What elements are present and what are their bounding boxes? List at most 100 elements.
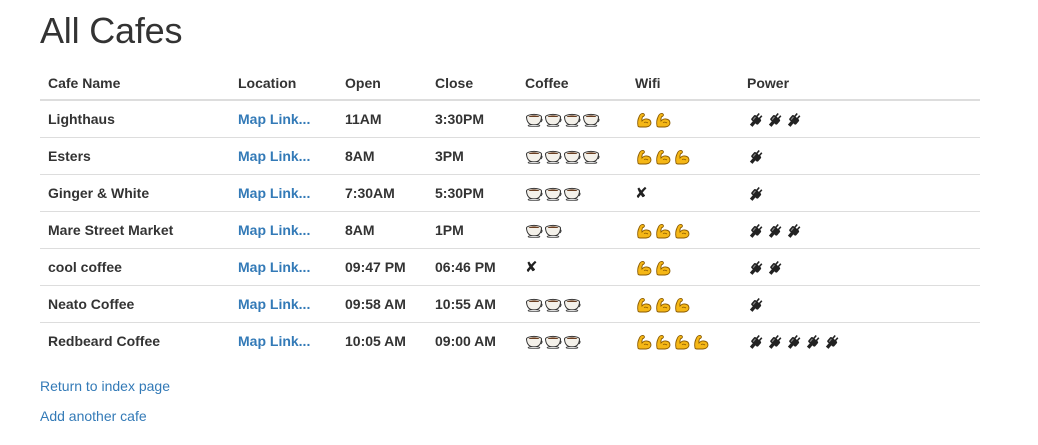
power-rating — [747, 223, 803, 239]
cell-location: Map Link... — [230, 285, 337, 323]
coffee-cup-icon — [563, 298, 581, 313]
flexed-biceps-icon — [654, 223, 672, 239]
cell-close: 3PM — [427, 137, 517, 175]
wifi-rating — [635, 223, 691, 239]
flexed-biceps-icon — [692, 334, 710, 350]
flexed-biceps-icon — [654, 260, 672, 276]
power-rating — [747, 297, 765, 313]
cell-close: 1PM — [427, 211, 517, 249]
map-link[interactable]: Map Link... — [238, 259, 310, 275]
map-link[interactable]: Map Link... — [238, 111, 310, 127]
coffee-cup-icon — [563, 335, 581, 350]
coffee-cup-icon — [544, 113, 562, 128]
electric-plug-icon — [747, 223, 765, 239]
cell-cafe-name: Mare Street Market — [40, 211, 230, 249]
power-rating — [747, 186, 765, 202]
cell-wifi — [627, 211, 739, 249]
power-rating — [747, 260, 784, 276]
wifi-rating — [635, 112, 672, 128]
cell-cafe-name: Redbeard Coffee — [40, 322, 230, 359]
map-link[interactable]: Map Link... — [238, 222, 310, 238]
cell-open: 8AM — [337, 211, 427, 249]
cell-open: 10:05 AM — [337, 322, 427, 359]
cell-coffee — [517, 137, 627, 175]
flexed-biceps-icon — [654, 334, 672, 350]
electric-plug-icon — [747, 149, 765, 165]
add-cafe-link[interactable]: Add another cafe — [40, 406, 170, 426]
wifi-rating — [635, 297, 691, 313]
flexed-biceps-icon — [654, 297, 672, 313]
cell-cafe-name: Lighthaus — [48, 111, 115, 127]
header-power: Power — [739, 65, 980, 101]
cell-location: Map Link... — [230, 211, 337, 249]
table-header-row: Cafe Name Location Open Close Coffee Wif… — [40, 65, 980, 101]
wifi-rating — [635, 149, 691, 165]
flexed-biceps-icon — [673, 334, 691, 350]
cell-close: 06:46 PM — [427, 248, 517, 286]
cell-coffee — [517, 100, 627, 138]
cell-coffee — [517, 285, 627, 323]
coffee-cup-icon — [525, 113, 543, 128]
coffee-rating — [525, 150, 600, 165]
return-to-index-link[interactable]: Return to index page — [40, 376, 170, 396]
cafes-table: Cafe Name Location Open Close Coffee Wif… — [40, 65, 980, 359]
cell-coffee — [517, 211, 627, 249]
flexed-biceps-icon — [635, 223, 653, 239]
page-title: All Cafes — [40, 10, 183, 51]
table-row: Lighthaus Map Link... 11AM 3:30PM — [40, 100, 980, 138]
electric-plug-icon — [766, 112, 784, 128]
header-coffee: Coffee — [517, 65, 627, 101]
flexed-biceps-icon — [673, 223, 691, 239]
electric-plug-icon — [747, 186, 765, 202]
none-mark-icon: ✘ — [525, 259, 538, 276]
cell-cafe-name: cool coffee — [40, 248, 230, 286]
cell-power — [739, 137, 980, 175]
cell-location: Map Link... — [230, 174, 337, 212]
cell-open: 11AM — [345, 111, 382, 127]
table-row: Ginger & White Map Link... 7:30AM 5:30PM ✘ — [40, 174, 980, 212]
header-location: Location — [230, 65, 337, 101]
cell-cafe-name: Esters — [40, 137, 230, 175]
cell-open: 09:47 PM — [337, 248, 427, 286]
cell-coffee — [517, 174, 627, 212]
cell-power — [739, 248, 980, 286]
flexed-biceps-icon — [654, 112, 672, 128]
table-row: Neato Coffee Map Link... 09:58 AM 10:55 AM — [40, 285, 980, 323]
map-link[interactable]: Map Link... — [238, 296, 310, 312]
coffee-cup-icon — [563, 187, 581, 202]
electric-plug-icon — [766, 223, 784, 239]
map-link[interactable]: Map Link... — [238, 333, 310, 349]
cell-location: Map Link... — [230, 322, 337, 359]
cell-power — [739, 285, 980, 323]
flexed-biceps-icon — [635, 112, 653, 128]
cell-power — [739, 211, 980, 249]
electric-plug-icon — [747, 112, 765, 128]
coffee-cup-icon — [544, 224, 562, 239]
cafes-table-body: Lighthaus Map Link... 11AM 3:30PM Esters Map … — [40, 100, 980, 359]
wifi-rating — [635, 334, 710, 350]
coffee-cup-icon — [582, 150, 600, 165]
cell-cafe-name: Ginger & White — [40, 174, 230, 212]
coffee-rating — [525, 113, 600, 128]
cell-close: 09:00 AM — [427, 322, 517, 359]
electric-plug-icon — [747, 260, 765, 276]
flexed-biceps-icon — [673, 149, 691, 165]
coffee-cup-icon — [563, 150, 581, 165]
cell-open: 09:58 AM — [337, 285, 427, 323]
electric-plug-icon — [785, 112, 803, 128]
cell-location: Map Link... — [230, 137, 337, 175]
flexed-biceps-icon — [673, 297, 691, 313]
table-row: Redbeard Coffee Map Link... 10:05 AM 09:00 … — [40, 322, 980, 359]
map-link[interactable]: Map Link... — [238, 185, 310, 201]
header-close: Close — [427, 65, 517, 101]
map-link[interactable]: Map Link... — [238, 148, 310, 164]
cell-wifi — [627, 137, 739, 175]
electric-plug-icon — [785, 223, 803, 239]
cell-location: Map Link... — [230, 100, 337, 138]
coffee-cup-icon — [525, 187, 543, 202]
coffee-cup-icon — [544, 187, 562, 202]
cell-power — [739, 322, 980, 359]
electric-plug-icon — [766, 334, 784, 350]
coffee-cup-icon — [525, 298, 543, 313]
electric-plug-icon — [785, 334, 803, 350]
